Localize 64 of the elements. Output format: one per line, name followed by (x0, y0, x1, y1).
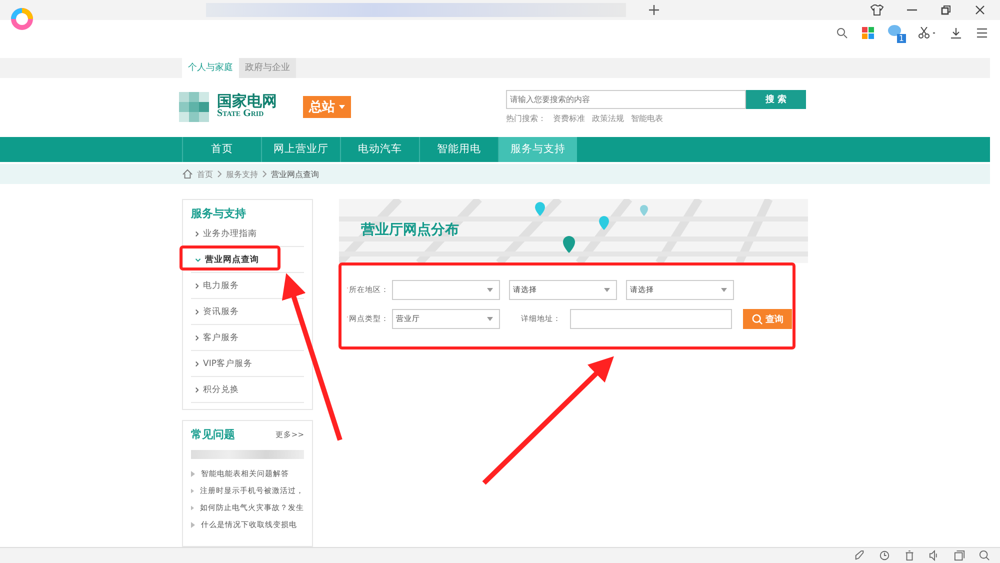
search-field[interactable]: 请输入您要搜索的内容 (506, 90, 746, 108)
chevron-right-icon (195, 308, 199, 314)
breadcrumb-link[interactable]: 服务支持 (226, 168, 258, 180)
chevron-icon (217, 170, 222, 178)
nav-tab[interactable]: 网上营业厅 (261, 137, 340, 162)
close-icon[interactable] (974, 4, 986, 16)
download-icon[interactable] (950, 26, 962, 38)
search-icon (752, 314, 762, 324)
bullet-icon (191, 470, 195, 476)
breadcrumb-link[interactable]: 首页 (197, 168, 213, 180)
chevron-icon (262, 170, 267, 178)
new-tab-icon[interactable] (648, 4, 660, 16)
caret-icon (604, 288, 610, 292)
browser-logo-icon[interactable] (10, 7, 34, 31)
select-field[interactable] (392, 280, 500, 300)
apps-icon[interactable] (862, 26, 874, 38)
hot-search-link[interactable]: 资费标准 (553, 112, 585, 124)
window-icon[interactable] (954, 550, 965, 561)
history-icon[interactable] (879, 550, 890, 561)
hot-search-link[interactable]: 政策法规 (592, 112, 624, 124)
shirt-icon[interactable] (870, 4, 884, 16)
sidebar-item[interactable]: 营业网点查询 (191, 247, 304, 273)
scissors-icon[interactable] (918, 26, 936, 38)
chevron-right-icon (195, 230, 199, 236)
faq-title: 常见问题 (191, 427, 235, 442)
chevron-down-icon (195, 258, 201, 262)
logo-icon (179, 92, 209, 122)
sidebar-item[interactable]: 电力服务 (191, 273, 304, 299)
logo-title: 国家电网 (217, 94, 277, 109)
hot-search-label: 热门搜索： (506, 112, 546, 124)
sidebar-item[interactable]: 积分兑换 (191, 377, 304, 403)
hot-search-link[interactable]: 智能电表 (631, 112, 663, 124)
trash-icon[interactable] (904, 550, 915, 561)
speaker-icon[interactable] (929, 550, 940, 561)
zoom-icon[interactable] (979, 550, 990, 561)
logo-subtitle: State Grid (217, 109, 264, 119)
caret-icon (721, 288, 727, 292)
sidebar-title: 服务与支持 (191, 206, 247, 221)
sidebar-item[interactable]: 客户服务 (191, 325, 304, 351)
caret-icon (487, 288, 493, 292)
menu-icon[interactable] (976, 26, 988, 38)
chevron-right-icon (195, 334, 199, 340)
caret-icon (339, 104, 345, 108)
bullet-icon (191, 488, 194, 494)
sidebar-item[interactable]: 资讯服务 (191, 299, 304, 325)
chevron-right-icon (195, 282, 199, 288)
bullet-icon (191, 522, 195, 528)
caret-icon (487, 317, 493, 321)
site-tab[interactable]: 个人与家庭 (182, 58, 239, 78)
breadcrumb-link[interactable]: 营业网点查询 (271, 168, 319, 180)
address-field[interactable] (570, 309, 732, 329)
search-button[interactable]: 搜 索 (746, 90, 806, 108)
chevron-right-icon (195, 386, 199, 392)
nav-tab[interactable]: 首页 (182, 137, 261, 162)
sidebar-item[interactable]: 业务办理指南 (191, 221, 304, 247)
chevron-right-icon (195, 360, 199, 366)
home-icon[interactable] (182, 169, 193, 179)
nav-tab[interactable]: 电动汽车 (340, 137, 419, 162)
sidebar-item[interactable]: VIP客户服务 (191, 351, 304, 377)
restore-icon[interactable] (940, 4, 952, 16)
search-icon[interactable] (836, 26, 848, 38)
bullet-icon (191, 504, 194, 510)
notification-badge: 1 (896, 34, 906, 42)
banner-title: 营业厅网点分布 (361, 221, 459, 239)
